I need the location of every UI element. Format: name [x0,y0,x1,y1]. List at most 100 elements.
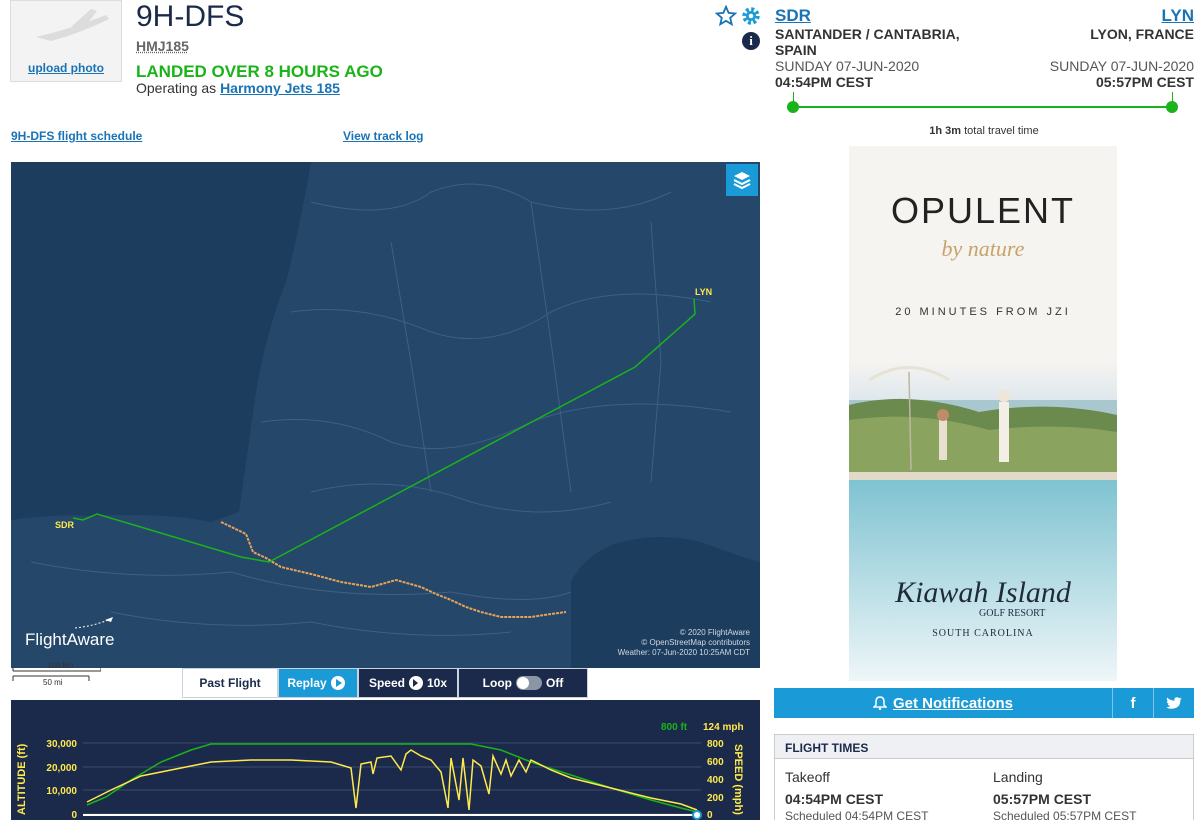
origin-time: 04:54PM CEST [775,74,874,90]
takeoff-time: 04:54PM CEST [785,791,884,807]
loop-label: Loop [482,676,512,690]
chart-scrubber-handle[interactable] [692,810,702,820]
landing-time: 05:57PM CEST [993,791,1092,807]
route-end-dot [1166,101,1178,113]
ad-location: SOUTH CAROLINA [932,628,1034,639]
speed-label: Speed [368,676,405,690]
atlantic-ocean [11,162,311,522]
layers-icon [733,172,751,190]
get-notifications-button[interactable]: Get Notifications [774,688,1112,718]
map-destination-label[interactable]: LYN [695,287,712,297]
flight-callsign[interactable]: HMJ185 [136,38,189,54]
map-origin-label[interactable]: SDR [55,520,75,530]
speed-tick-200: 200 [707,793,724,804]
facebook-share-button[interactable]: f [1112,688,1153,718]
flight-map[interactable]: SDR LYN FlightAware © 2020 FlightAware ©… [11,162,760,668]
credit-flightaware: © 2020 FlightAware [679,628,750,637]
past-flight-tab[interactable]: Past Flight [182,668,278,698]
credit-osm[interactable]: © OpenStreetMap contributors [618,638,750,648]
scale-mi-label: 50 mi [43,678,63,687]
map-layers-button[interactable] [726,164,758,196]
ad-brand-sub: GOLF RESORT [979,608,1046,619]
current-altitude: 800 ft [661,722,688,733]
altitude-axis-label: ALTITUDE (ft) [16,743,28,815]
replay-label: Replay [287,676,327,690]
twitter-share-button[interactable] [1153,688,1194,718]
alt-tick-20000: 20,000 [46,763,77,774]
altitude-speed-chart[interactable]: ALTITUDE (ft) SPEED (mph) 30,000 20,000 … [11,700,760,820]
facebook-icon: f [1130,694,1136,712]
twitter-icon [1166,696,1182,709]
map-canvas: SDR LYN [11,162,760,668]
gear-icon[interactable] [740,5,762,27]
takeoff-label: Takeoff [785,769,830,785]
track-log-link[interactable]: View track log [343,129,423,143]
ad-brand-logo: Kiawah Island [895,576,1071,609]
alt-tick-0: 0 [71,810,77,820]
origin-date: SUNDAY 07-JUN-2020 [775,58,920,74]
landing-section: Landing 05:57PM CEST Scheduled 05:57PM C… [993,769,1136,823]
landing-scheduled: Scheduled 05:57PM CEST [993,809,1137,823]
operating-as: Operating as Harmony Jets 185 [136,80,340,96]
takeoff-scheduled: Scheduled 04:54PM CEST [785,809,929,823]
aircraft-photo-placeholder[interactable]: upload photo [10,0,122,82]
ad-tagline: by nature [941,236,1025,261]
plane-silhouette-icon [36,9,109,41]
map-scale: 100 km 50 mi [11,660,101,688]
alt-tick-10000: 10,000 [46,786,77,797]
bell-icon [872,696,887,710]
loop-switch[interactable] [516,676,542,690]
ad-headline: OPULENT [890,190,1076,231]
origin-code[interactable]: SDR [775,6,985,26]
flight-status: LANDED OVER 8 HOURS AGO [136,62,383,81]
loop-value: Off [546,676,564,690]
upload-photo-link[interactable]: upload photo [11,61,121,75]
altitude-chart-canvas: ALTITUDE (ft) SPEED (mph) 30,000 20,000 … [16,722,744,820]
destination-date: SUNDAY 07-JUN-2020 [1049,58,1194,74]
star-icon[interactable] [715,5,737,27]
ad-subline: 20 MINUTES FROM JZI [895,306,1071,318]
origin-name: SANTANDER / CANTABRIA, SPAIN [775,26,960,58]
operating-prefix: Operating as [136,80,217,96]
credit-weather: Weather: 07-Jun-2020 10:25AM CDT [617,648,750,657]
current-speed: 124 mph [703,722,744,733]
info-icon[interactable]: i [742,32,760,50]
get-notifications-label: Get Notifications [892,694,1013,712]
takeoff-section: Takeoff 04:54PM CEST Scheduled 04:54PM C… [785,769,928,823]
map-credits: © 2020 FlightAware © OpenStreetMap contr… [618,628,750,658]
destination-name: LYON, FRANCE [1090,26,1194,42]
landing-label: Landing [993,769,1043,785]
speed-line [86,749,698,811]
destination-code[interactable]: LYN [990,6,1194,26]
destination-airport: LYN LYON, FRANCE SUNDAY 07-JUN-2020 05:5… [990,6,1194,90]
flight-times-title: FLIGHT TIMES [775,735,1193,759]
speed-tick-0: 0 [707,810,713,820]
chart-gridlines [83,742,701,815]
route-start-dot [787,101,799,113]
speed-button[interactable]: Speed 10x [358,668,458,698]
scale-km-label: 100 km [47,661,74,670]
spain-france-border [220,521,567,618]
advertisement[interactable]: OPULENT by nature 20 MINUTES FROM JZI Ki… [849,146,1117,681]
travel-time: 1h 3m total travel time [775,125,1193,137]
notifications-bar: Get Notifications f [774,688,1194,718]
replay-button[interactable]: Replay [278,668,358,698]
speed-tick-400: 400 [707,775,724,786]
travel-suffix: total travel time [964,125,1039,137]
flight-times-panel: FLIGHT TIMES Takeoff 04:54PM CEST Schedu… [774,734,1194,823]
travel-duration: 1h 3m [929,125,962,137]
flightaware-logo-text: FlightAware [25,630,115,649]
altitude-line [86,743,698,813]
alt-tick-30000: 30,000 [46,739,77,750]
loop-toggle[interactable]: Loop Off [458,668,588,698]
aircraft-registration: 9H-DFS [136,0,245,33]
play-icon [330,676,345,690]
destination-time: 05:57PM CEST [1095,74,1194,90]
flight-schedule-link[interactable]: 9H-DFS flight schedule [11,129,142,143]
speed-axis-label: SPEED (mph) [732,744,744,815]
route-progress-bar [787,92,1178,113]
operator-link[interactable]: Harmony Jets 185 [220,80,340,96]
speed-value: 10x [426,676,448,690]
speed-tick-800: 800 [707,739,724,750]
fast-forward-icon [408,676,423,690]
